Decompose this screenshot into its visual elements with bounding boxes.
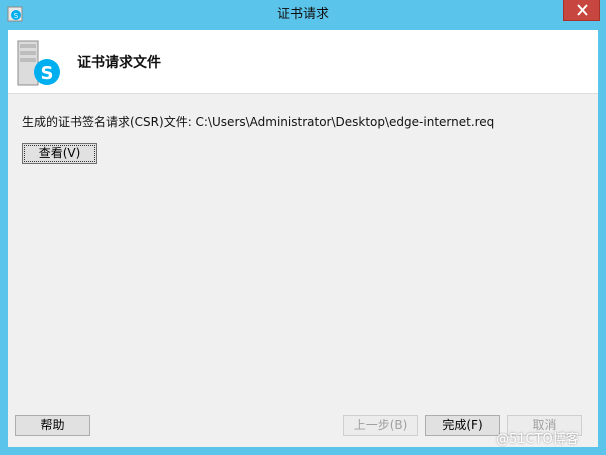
finish-button[interactable]: 完成(F)	[425, 415, 500, 436]
window-title: 证书请求	[276, 7, 329, 22]
watermark: @51CTO博客	[496, 432, 579, 447]
view-button[interactable]: 查看(V)	[22, 143, 97, 164]
page-title: 证书请求文件	[77, 55, 161, 71]
dialog-body: S 证书请求文件 生成的证书签名请求(CSR)文件: C:\Users\Admi…	[8, 30, 598, 447]
certificate-request-window: S 证书请求 S 证书请求文件 生成的证书签名请求(CSR)文件: C:\Use…	[0, 0, 606, 455]
server-skype-icon: S	[14, 38, 64, 88]
close-icon	[577, 4, 588, 16]
svg-text:S: S	[41, 63, 54, 84]
csr-file-path-label: 生成的证书签名请求(CSR)文件: C:\Users\Administrator…	[22, 115, 495, 129]
title-bar[interactable]: S 证书请求	[0, 0, 606, 30]
wizard-header: S 证书请求文件	[8, 30, 598, 94]
close-button[interactable]	[563, 0, 600, 21]
back-button[interactable]: 上一步(B)	[343, 415, 418, 436]
help-button[interactable]: 帮助	[15, 415, 90, 436]
